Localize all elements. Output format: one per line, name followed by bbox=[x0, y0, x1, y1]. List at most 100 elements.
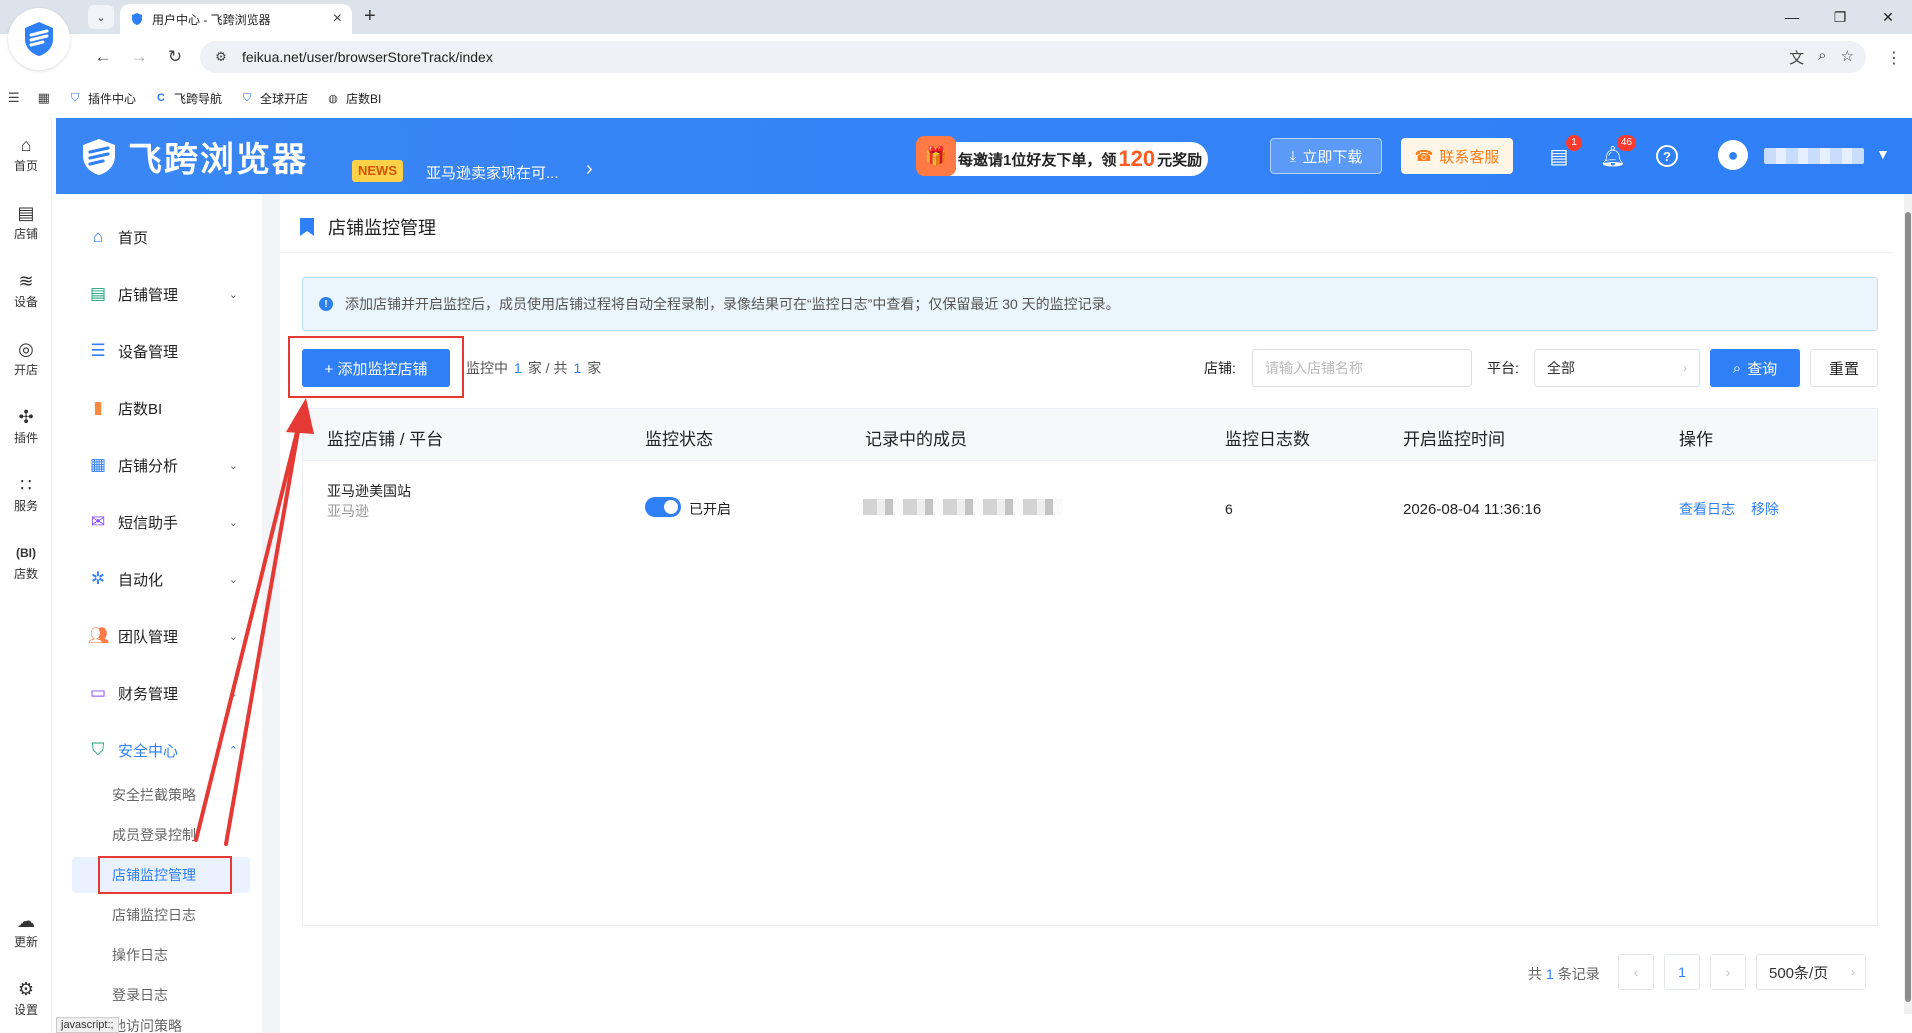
bookmark-feikua-nav[interactable]: C 飞跨导航 bbox=[154, 90, 222, 107]
browser-logo[interactable] bbox=[8, 8, 70, 70]
sidebar-item-automation[interactable]: ✲ 自动化 ⌄ bbox=[56, 556, 262, 602]
sidebar-item-team-management[interactable]: 👥︎ 团队管理 ⌄ bbox=[56, 613, 262, 659]
next-page-icon[interactable]: › bbox=[1710, 954, 1746, 990]
chevron-right-icon[interactable]: › bbox=[586, 158, 593, 181]
sidebar-item-store-bi[interactable]: ▮ 店数BI bbox=[56, 385, 262, 431]
rail-item-device[interactable]: ≋ 设备 bbox=[0, 262, 52, 318]
new-tab-icon[interactable]: + bbox=[364, 5, 376, 28]
monitor-toggle[interactable] bbox=[645, 497, 681, 517]
sidebar-item-store-analysis[interactable]: ▦ 店铺分析 ⌄ bbox=[56, 442, 262, 488]
shield-bookmark-icon: ⛉ bbox=[242, 91, 252, 104]
sidebar-subitem-security-policy[interactable]: 安全拦截策略 bbox=[72, 777, 250, 813]
tab-search-button[interactable]: ⌄ bbox=[88, 5, 114, 29]
sidebar-gutter bbox=[262, 194, 280, 1033]
rail-item-service[interactable]: ∷ 服务 bbox=[0, 466, 52, 522]
user-avatar-icon[interactable]: ● bbox=[1718, 140, 1748, 170]
highlight-box-menu-item bbox=[98, 856, 232, 894]
sidebar-item-store-management[interactable]: ▤ 店铺管理 ⌄ bbox=[56, 271, 262, 317]
zoom-icon[interactable]: ⌕ bbox=[1818, 47, 1826, 68]
url-text[interactable]: feikua.net/user/browserStoreTrack/index bbox=[242, 49, 493, 65]
store-name: 亚马逊美国站 bbox=[327, 483, 411, 499]
chevron-down-icon: ⌄ bbox=[228, 630, 238, 643]
side-panel-icon[interactable]: ☰ bbox=[8, 90, 20, 106]
back-icon[interactable]: ← bbox=[88, 42, 118, 72]
browser-tab[interactable]: 用户中心 - 飞跨浏览器 × bbox=[120, 4, 352, 34]
rail-item-update[interactable]: ☁ 更新 bbox=[0, 902, 52, 958]
message-badge: 1 bbox=[1566, 135, 1582, 151]
team-icon: 👥︎ bbox=[88, 626, 110, 645]
view-log-link[interactable]: 查看日志 bbox=[1679, 499, 1735, 519]
rail-item-home[interactable]: ⌂ 首页 bbox=[0, 126, 52, 182]
highlight-box-add-button bbox=[288, 336, 464, 398]
translate-icon[interactable]: 文 bbox=[1789, 47, 1804, 68]
browser-menu-icon[interactable]: ⋮ bbox=[1886, 48, 1902, 68]
message-icon[interactable]: ▤ 1 bbox=[1546, 135, 1582, 169]
platform-select[interactable]: 全部 › bbox=[1534, 349, 1700, 387]
start-time: 2026-08-04 11:36:16 bbox=[1403, 501, 1542, 518]
store-cell: 亚马逊美国站 亚马逊 bbox=[327, 481, 411, 521]
bell-icon[interactable]: 🔔︎ 46 bbox=[1600, 135, 1636, 169]
column-header: 记录中的成员 bbox=[865, 430, 967, 449]
search-icon: ⌕ bbox=[1732, 359, 1742, 377]
layers-icon: ≋ bbox=[18, 270, 34, 291]
forward-icon[interactable]: → bbox=[124, 42, 154, 72]
sidebar-subitem-store-monitor-log[interactable]: 店铺监控日志 bbox=[72, 897, 250, 933]
store-platform: 亚马逊 bbox=[327, 503, 369, 519]
bookmark-store-bi[interactable]: ◍ 店数BI bbox=[326, 90, 381, 107]
sidebar-subitem-member-login-control[interactable]: 成员登录控制 bbox=[72, 817, 250, 853]
svg-text:?: ? bbox=[1663, 149, 1671, 164]
home-icon: ⌂ bbox=[92, 227, 104, 246]
star-icon[interactable]: ☆ bbox=[1841, 47, 1854, 68]
sidebar-item-finance-management[interactable]: ▭ 财务管理 ⌄ bbox=[56, 670, 262, 716]
scrollbar-thumb[interactable] bbox=[1905, 212, 1911, 1002]
page-scrollbar[interactable] bbox=[1904, 194, 1912, 1014]
remove-link[interactable]: 移除 bbox=[1751, 499, 1779, 519]
store-name-input[interactable] bbox=[1252, 349, 1472, 387]
bookmarks-bar: ☰ ▦ ⛉ 插件中心 C 飞跨导航 ⛉ 全球开店 ◍ 店数BI bbox=[0, 80, 1912, 116]
tab-title: 用户中心 - 飞跨浏览器 bbox=[152, 12, 271, 27]
info-alert: ! 添加店铺并开启监控后，成员使用店铺过程将自动全程录制，录像结果可在“监控日志… bbox=[302, 277, 1878, 331]
table-row: 亚马逊美国站 亚马逊 已开启 6 2026-08-04 11:36:16 查看日… bbox=[303, 461, 1877, 541]
shield-check-icon: ⛉ bbox=[91, 740, 105, 759]
username-blurred[interactable] bbox=[1764, 148, 1864, 164]
apps-grid-icon[interactable]: ▦ bbox=[38, 90, 50, 106]
rail-item-bi[interactable]: (BI) 店数 bbox=[0, 534, 52, 590]
page-size-select[interactable]: 500条/页 › bbox=[1756, 954, 1866, 990]
sidebar-item-device-management[interactable]: ☰ 设备管理 bbox=[56, 328, 262, 374]
sidebar-item-security-center[interactable]: ⛉ 安全中心 ⌃ bbox=[56, 727, 262, 773]
sidebar-item-sms-assistant[interactable]: ✉ 短信助手 ⌄ bbox=[56, 499, 262, 545]
news-ticker[interactable]: 亚马逊卖家现在可... bbox=[426, 162, 559, 183]
contact-service-button[interactable]: ☎ 联系客服 bbox=[1401, 138, 1513, 174]
help-icon[interactable]: ? bbox=[1654, 143, 1680, 169]
caret-down-icon[interactable]: ▼ bbox=[1876, 146, 1890, 162]
bookmark-plugin-center[interactable]: ⛉ 插件中心 bbox=[68, 90, 136, 107]
prev-page-icon[interactable]: ‹ bbox=[1618, 954, 1654, 990]
shield-bookmark-icon: ⛉ bbox=[70, 91, 80, 104]
reset-button[interactable]: 重置 bbox=[1810, 349, 1878, 387]
omnibox[interactable]: ⚙ feikua.net/user/browserStoreTrack/inde… bbox=[200, 41, 1866, 73]
restore-icon[interactable]: ❐ bbox=[1816, 0, 1864, 34]
close-icon[interactable]: × bbox=[333, 10, 342, 28]
window-controls: — ❐ ✕ bbox=[1768, 0, 1912, 34]
rail-item-plugin[interactable]: ✣ 插件 bbox=[0, 398, 52, 454]
window-close-icon[interactable]: ✕ bbox=[1864, 0, 1912, 34]
sidebar-subitem-operation-log[interactable]: 操作日志 bbox=[72, 937, 250, 973]
table-header: 监控店铺 / 平台 监控状态 记录中的成员 监控日志数 开启监控时间 操作 bbox=[303, 409, 1877, 461]
download-button[interactable]: ⤓ 立即下载 bbox=[1270, 138, 1382, 174]
app-logo[interactable]: 飞跨浏览器 bbox=[80, 132, 308, 181]
minimize-icon[interactable]: — bbox=[1768, 0, 1816, 34]
app-rail: ⌂ 首页 ▤ 店铺 ≋ 设备 ◎ 开店 ✣ 插件 ∷ 服务 (BI) 店数 ☁ … bbox=[0, 116, 52, 1033]
site-settings-icon[interactable]: ⚙ bbox=[212, 48, 230, 66]
rail-item-store[interactable]: ▤ 店铺 bbox=[0, 194, 52, 250]
sidebar-item-home[interactable]: ⌂ 首页 bbox=[56, 214, 262, 260]
recording-members-blurred bbox=[863, 499, 1063, 515]
planet-icon: ◎ bbox=[18, 338, 34, 359]
bookmark-global-store[interactable]: ⛉ 全球开店 bbox=[240, 90, 308, 107]
query-button[interactable]: ⌕ 查询 bbox=[1710, 349, 1800, 387]
sidebar-subitem-login-log[interactable]: 登录日志 bbox=[72, 977, 250, 1013]
reload-icon[interactable]: ↻ bbox=[160, 42, 190, 72]
invite-banner[interactable]: 🎁 每邀请1位好友下单，领 120 元奖励 bbox=[916, 136, 1208, 176]
rail-item-settings[interactable]: ⚙ 设置 bbox=[0, 970, 52, 1026]
rail-item-open-store[interactable]: ◎ 开店 bbox=[0, 330, 52, 386]
page-number[interactable]: 1 bbox=[1664, 954, 1700, 990]
